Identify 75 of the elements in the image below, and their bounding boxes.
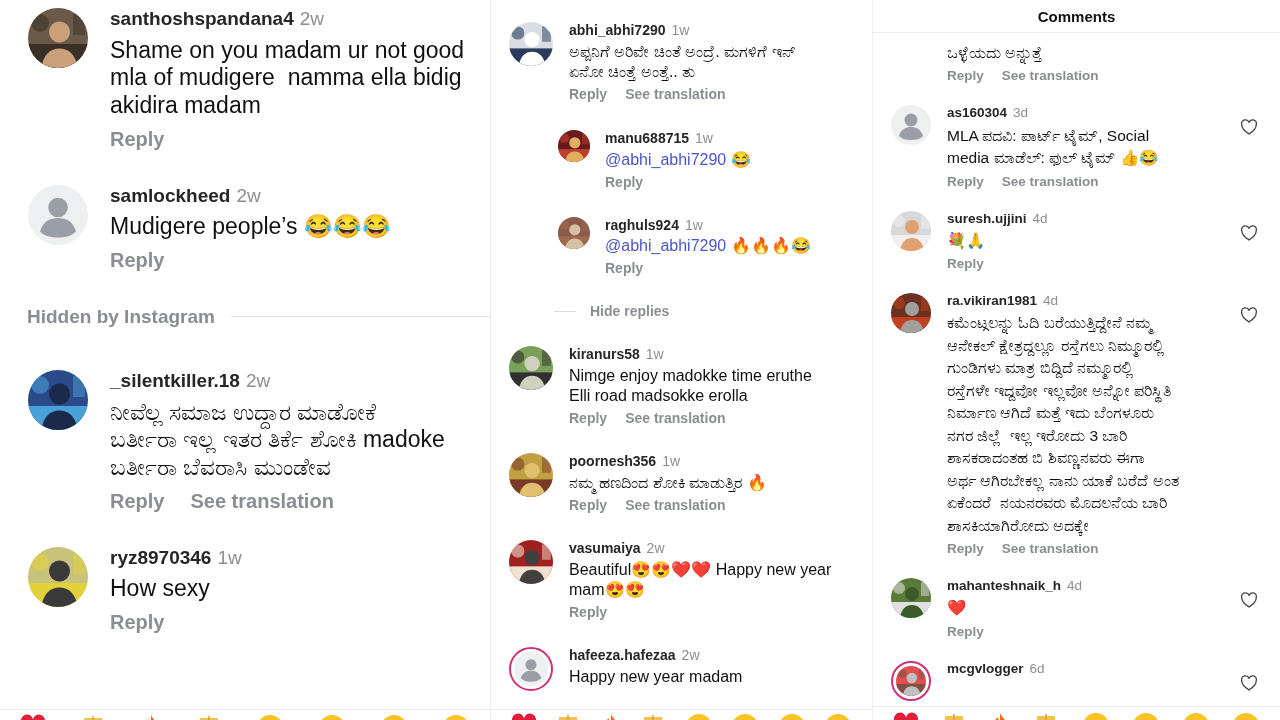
comment-text: How sexy [110,575,211,603]
reply-button[interactable]: Reply [569,603,608,620]
timestamp: 1w [217,546,242,570]
username[interactable]: mcgvlogger [947,660,1024,677]
reply-button[interactable]: Reply [605,173,644,190]
see-translation-button[interactable]: See translation [1001,68,1099,84]
comment-text: 💐🙏 [947,230,986,252]
see-translation-button[interactable]: See translation [625,497,726,513]
comment-text: MLA ಪದವಿ: ಪಾರ್ಟ್ ಟೈಮ್, Social media ಮಾಡೆಲ್: ಫುಲ್ ಟೈಮ್ 👍😂 [947,125,1159,170]
timestamp: 1w [695,129,713,147]
comment-text: ನಮ್ಮ ಹಣದಿಂದ ಶೋಕಿ ಮಾಡುತ್ತಿರ 🔥 [569,473,872,493]
comment-text: @abhi_abhi7290 😂 [605,149,752,170]
username[interactable]: manu688715 [605,129,690,147]
username[interactable]: samlockheed [110,184,231,208]
username[interactable]: raghuls924 [605,216,679,234]
mention-link[interactable]: @abhi_abhi7290 [605,150,727,168]
timestamp: 4d [1067,578,1083,595]
timestamp: 1w [645,346,664,364]
comment-text: ನೀವೆಲ್ಲ ಸಮಾಜ ಉದ್ದಾರ ಮಾಡೋಕೆ ಬರ್ತೀರಾ ಇಲ್ಲ ಇತರ ತಿರ್ಕೆ ಶೋಕಿ madoke ಬರ್ತೀರಾ ಬೆವರಾಸಿ ಮುಂಡೇವ [110,398,446,482]
comment-text: Beautiful😍😍❤❤ Happy new year mam😍😍 [569,559,833,600]
username[interactable]: hafeeza.hafezaa [569,646,676,664]
timestamp: 1w [662,453,681,470]
username[interactable]: poornesh356 [569,453,657,470]
comment-text: ಅಪ್ಪನಿಗೆ ಅರಿವೇ ಚಿಂತೆ ಅಂದ್ರೆ. ಮಗಳಿಗೆ ಇನ್ ಏನೋ ಚಿಂತ್ತೆ ಅಂತ್ತೆ.. ತು [569,41,797,82]
timestamp: 2w [681,646,700,664]
reply-button[interactable]: Reply [947,68,984,84]
timestamp: 6d [1029,660,1045,677]
see-translation-button[interactable]: See translation [1001,541,1099,557]
see-translation-button[interactable]: See translation [625,85,726,102]
reply-button[interactable]: Reply [947,173,984,189]
reply-button[interactable]: Reply [605,260,644,277]
section-label: Hidden by Instagram [27,305,215,328]
username[interactable]: as160304 [947,105,1008,122]
timestamp: 3d [1013,105,1029,122]
reply-button[interactable]: Reply [110,489,165,513]
comment-text: @abhi_abhi7290 🔥🔥🔥😂 [605,236,812,257]
reply-button[interactable]: Reply [110,610,165,634]
reply-button[interactable]: Reply [947,541,984,557]
comment-text: Happy new year madam [569,666,744,687]
reply-button[interactable]: Reply [569,497,608,513]
see-translation-button[interactable]: See translation [190,489,334,513]
reply-button[interactable]: Reply [947,256,984,272]
comment-text: ಕಮೆಂಟ್ಗಲನ್ನು ಓದಿ ಬರೆಯುತ್ತಿದ್ದೇನೆ ನಮ್ಮ ಆನೇಕಲ್ ಕ್ಷೇತ್ರದ್ದಲ್ಲೂ ರಸ್ತೆಗಲು ನಿಮ್ಮೂರಲ್ಲಿ ಗುಂಡಿಗಳು ಮಾತ್ರ ಬಿದ್ದಿದೆ ನಮ್ಮೂರಲ್ಲಿ ರಸ್ತೆಗಳೇ ಇದ್ದವೋ ಇಲ್ಲವೋ ಅನ್ನೋ ಪರಿಸ್ಥಿತಿ ನಿರ್ಮಾಣ ಆಗಿದೆ ಮತ್ತೆ ಇದು ಬೆಂಗಳೂರು ನಗರ ಜಿಲ್ಲೆ ಇಲ್ಲ ಇರೋದು 3 ಬಾರಿ ಶಾಸಕರಾದಂತಹ ಬಿ ಶಿವಣ್ಣನವರು ಈಗಾ ಅರ್ಥ ಆಗಿರಬೇಕಲ್ಲ ನಾನು ಯಾಕೆ ಬರೆದೆ ಅಂತ ಏಕೆಂದರೆ ನಯನರವರು ಮೊದಲನೆಯ ಬಾರಿ ಶಾಸಕಿಯಾಗಿರೋದು ಅದಕ್ಕೇ [947,313,1180,538]
username[interactable]: _silentkiller.18 [110,369,240,393]
username[interactable]: ra.vikiran1981 [947,293,1038,310]
comment-text: Mudigere people’s 😂😂😂 [110,213,392,241]
reply-button[interactable]: Reply [569,85,608,102]
reply-button[interactable]: Reply [110,248,165,272]
comment-text: Shame on you madam ur not good mla of mudigere namma ella bidig akidira madam [110,36,466,120]
username[interactable]: santhoshspandana4 [110,8,294,31]
comment-text: Nimge enjoy madokke time eruthe Elli road madsokke erolla [569,366,813,407]
timestamp: 2w [236,184,261,208]
timestamp: 2w [245,369,271,393]
username[interactable]: ryz8970346 [110,546,212,570]
see-translation-button[interactable]: See translation [625,410,726,427]
reply-button[interactable]: Reply [569,410,608,427]
timestamp: 4d [1043,293,1059,310]
username[interactable]: kiranurs58 [569,346,640,364]
timestamp: 2w [299,8,324,31]
reply-button[interactable]: Reply [110,127,165,151]
timestamp: 4d [1032,210,1048,227]
comment-text: ❤ [947,598,967,619]
timestamp: 1w [684,216,703,234]
username[interactable]: abhi_abhi7290 [569,22,666,39]
timestamp: 1w [671,22,690,39]
comment-text: ಒಳ್ಳೆಯದು ಅನ್ನುತ್ತೆ [947,42,1280,65]
username[interactable]: suresh.ujjini [947,210,1027,227]
mention-link[interactable]: @abhi_abhi7290 [605,237,727,255]
reply-button[interactable]: Reply [947,623,984,639]
see-translation-button[interactable]: See translation [1001,173,1099,189]
username[interactable]: mahanteshnaik_h [947,578,1062,595]
timestamp: 2w [646,540,665,557]
username[interactable]: vasumaiya [569,540,641,557]
comments-title: Comments [873,0,1280,33]
hide-replies-button[interactable]: Hide replies [590,303,670,320]
